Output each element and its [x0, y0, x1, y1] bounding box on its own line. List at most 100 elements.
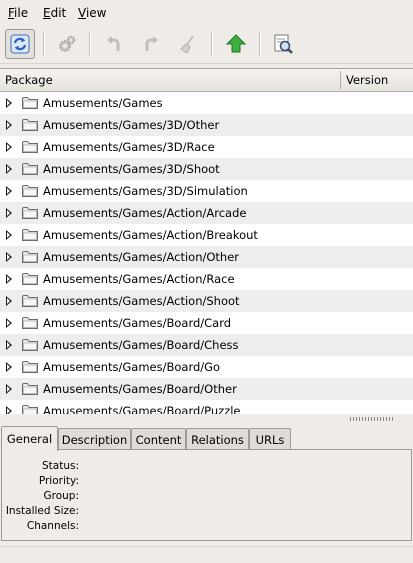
details-tabs: General Description Content Relations UR… [0, 426, 413, 451]
menu-file[interactable]: File [8, 6, 28, 20]
package-group-label: Amusements/Games/Board/Go [43, 360, 221, 374]
folder-icon [22, 163, 38, 175]
package-group-label: Amusements/Games/3D/Other [43, 118, 220, 132]
search-magnifier-icon [274, 34, 293, 54]
folder-icon [22, 273, 38, 285]
menu-edit-mnemonic: E [43, 6, 51, 20]
menu-edit[interactable]: Edit [43, 6, 66, 20]
tab-urls[interactable]: URLs [249, 428, 291, 450]
tree-row[interactable]: Amusements/Games/Board/Other [0, 378, 413, 400]
package-group-label: Amusements/Games/3D/Race [43, 140, 215, 154]
expander-arrow-icon[interactable] [6, 186, 12, 196]
tree-row[interactable]: Amusements/Games/3D/Shoot [0, 158, 413, 180]
tree-row[interactable]: Amusements/Games/Action/Other [0, 246, 413, 268]
package-group-label: Amusements/Games/Board/Chess [43, 338, 239, 352]
expander-arrow-icon[interactable] [6, 252, 12, 262]
general-panel: Status: Priority: Group: Installed Size:… [1, 449, 412, 541]
package-group-label: Amusements/Games/3D/Shoot [43, 162, 220, 176]
folder-icon [22, 361, 38, 373]
tab-relations[interactable]: Relations [186, 428, 249, 450]
priority-label: Priority: [38, 475, 79, 487]
tree-row[interactable]: Amusements/Games/Action/Race [0, 268, 413, 290]
tab-description[interactable]: Description [58, 428, 131, 450]
tree-row[interactable]: Amusements/Games/Board/Chess [0, 334, 413, 356]
expander-arrow-icon[interactable] [6, 362, 12, 372]
tree-header: Package Version [0, 69, 413, 92]
group-label: Group: [43, 490, 79, 502]
gears-icon [59, 35, 76, 52]
column-header-package[interactable]: Package [5, 73, 53, 87]
apply-up-arrow-icon [225, 34, 247, 53]
redo-icon [145, 36, 158, 51]
expander-arrow-icon[interactable] [6, 142, 12, 152]
expander-arrow-icon[interactable] [6, 208, 12, 218]
package-group-label: Amusements/Games/Action/Shoot [43, 294, 240, 308]
apply-button[interactable] [221, 29, 251, 59]
tree-row[interactable]: Amusements/Games/Board/Card [0, 312, 413, 334]
tree-row[interactable]: Amusements/Games/Action/Arcade [0, 202, 413, 224]
package-group-label: Amusements/Games/Board/Puzzle [43, 404, 241, 414]
tab-content[interactable]: Content [131, 428, 186, 450]
folder-icon [22, 251, 38, 263]
redo-button[interactable] [136, 29, 166, 59]
package-tree[interactable]: Package Version Amusements/Games Amusemen… [0, 68, 413, 414]
channels-label: Channels: [26, 520, 79, 532]
expander-arrow-icon[interactable] [6, 296, 12, 306]
menu-view[interactable]: View [78, 6, 106, 20]
expander-arrow-icon[interactable] [6, 230, 12, 240]
folder-icon [22, 229, 38, 241]
folder-icon [22, 295, 38, 307]
folder-icon [22, 405, 38, 414]
clear-button[interactable] [173, 29, 203, 59]
expander-arrow-icon[interactable] [6, 164, 12, 174]
tree-row[interactable]: Amusements/Games/3D/Race [0, 136, 413, 158]
search-button[interactable] [268, 29, 298, 59]
package-group-label: Amusements/Games/3D/Simulation [43, 184, 248, 198]
expander-arrow-icon[interactable] [6, 318, 12, 328]
status-label: Status: [42, 460, 79, 472]
toolbar-separator [259, 32, 261, 56]
refresh-icon [10, 34, 30, 54]
undo-icon [107, 36, 120, 51]
toolbar [0, 27, 413, 64]
menu-view-label: iew [85, 6, 107, 20]
tree-row[interactable]: Amusements/Games/3D/Simulation [0, 180, 413, 202]
column-header-version[interactable]: Version [346, 73, 388, 87]
column-divider[interactable] [340, 71, 341, 89]
expander-arrow-icon[interactable] [6, 274, 12, 284]
expander-arrow-icon[interactable] [6, 384, 12, 394]
package-group-label: Amusements/Games/Action/Arcade [43, 206, 247, 220]
tab-general[interactable]: General [1, 426, 58, 451]
toolbar-separator [43, 32, 45, 56]
tree-rows: Amusements/Games Amusements/Games/3D/Othe… [0, 92, 413, 414]
broom-icon [180, 35, 194, 54]
tree-row[interactable]: Amusements/Games/Board/Go [0, 356, 413, 378]
package-group-label: Amusements/Games [43, 96, 163, 110]
tree-row[interactable]: Amusements/Games [0, 92, 413, 114]
installed-size-label: Installed Size: [5, 505, 79, 517]
package-group-label: Amusements/Games/Board/Other [43, 382, 237, 396]
tree-row[interactable]: Amusements/Games/Action/Breakout [0, 224, 413, 246]
toolbar-separator [211, 32, 213, 56]
toolbar-separator [89, 32, 91, 56]
package-group-label: Amusements/Games/Action/Race [43, 272, 235, 286]
folder-icon [22, 119, 38, 131]
refresh-button[interactable] [5, 29, 35, 59]
pane-resize-grip[interactable] [350, 417, 394, 421]
expander-arrow-icon[interactable] [6, 120, 12, 130]
undo-button[interactable] [99, 29, 129, 59]
package-group-label: Amusements/Games/Action/Breakout [43, 228, 258, 242]
expander-arrow-icon[interactable] [6, 98, 12, 108]
menubar: File Edit View [0, 0, 413, 26]
folder-icon [22, 339, 38, 351]
menu-edit-label: dit [50, 6, 67, 20]
expander-arrow-icon[interactable] [6, 406, 12, 414]
folder-icon [22, 185, 38, 197]
menu-view-mnemonic: V [78, 6, 86, 20]
tree-row[interactable]: Amusements/Games/Action/Shoot [0, 290, 413, 312]
run-button[interactable] [52, 29, 82, 59]
tree-row[interactable]: Amusements/Games/Board/Puzzle [0, 400, 413, 414]
tree-row[interactable]: Amusements/Games/3D/Other [0, 114, 413, 136]
folder-icon [22, 317, 38, 329]
expander-arrow-icon[interactable] [6, 340, 12, 350]
